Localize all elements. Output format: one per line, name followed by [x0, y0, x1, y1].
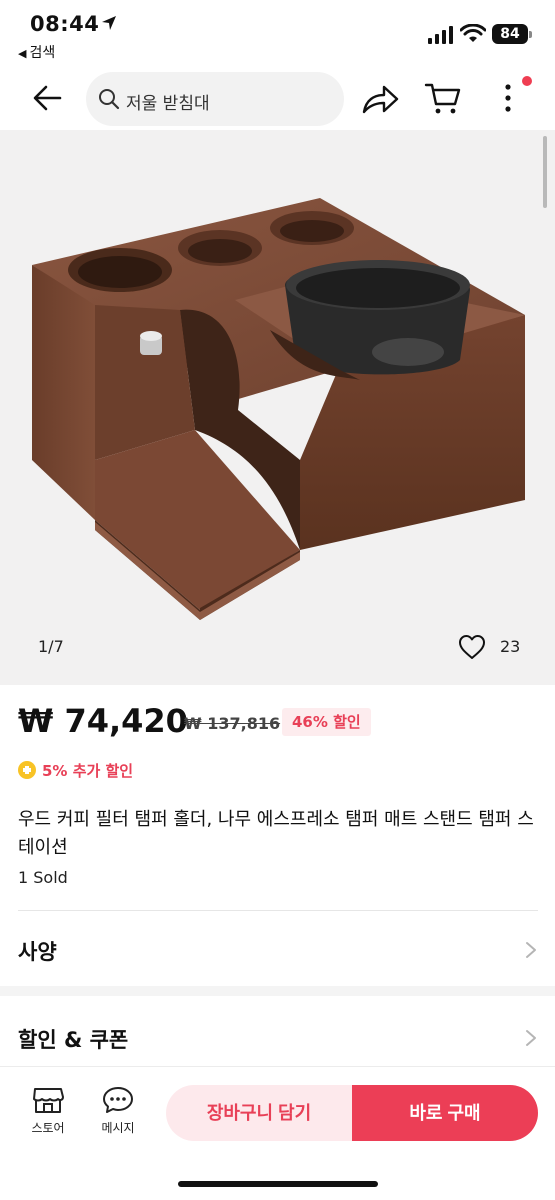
spec-label: 사양 [18, 940, 57, 964]
share-icon[interactable] [360, 82, 400, 116]
status-time: 08:44 [30, 12, 100, 36]
divider [18, 910, 538, 911]
more-vertical-icon [505, 84, 511, 112]
price-row: ₩ 74,420 ₩ 137,816 46% 할인 [18, 702, 538, 742]
sold-count: 1 Sold [18, 868, 68, 887]
bottom-action-bar: 스토어 메시지 장바구니 담기 바로 구매 [0, 1066, 555, 1200]
search-bar[interactable]: 저울 받침대 [86, 72, 344, 126]
coupon-row[interactable]: 할인 & 쿠폰 [0, 1006, 555, 1066]
coin-plus-icon [18, 761, 36, 779]
original-price: ₩ 137,816 [184, 714, 281, 733]
product-image-gallery[interactable]: 1/7 23 [0, 130, 555, 685]
heart-icon[interactable] [458, 634, 486, 660]
back-triangle-icon: ◀ [18, 47, 27, 60]
add-to-cart-button[interactable]: 장바구니 담기 [166, 1085, 352, 1141]
coupon-label: 할인 & 쿠폰 [18, 1028, 129, 1052]
back-arrow-icon[interactable] [28, 80, 66, 116]
message-label: 메시지 [101, 1121, 135, 1135]
home-indicator [178, 1181, 378, 1187]
back-to-app-link[interactable]: ◀ 검색 [18, 42, 55, 62]
buy-now-button[interactable]: 바로 구매 [352, 1085, 538, 1141]
search-icon [99, 89, 120, 110]
status-bar: 08:44 ◀ 검색 84 [0, 0, 555, 64]
chat-bubble-icon [103, 1087, 133, 1113]
store-tab[interactable]: 스토어 [18, 1085, 78, 1143]
battery-indicator: 84 [492, 24, 532, 44]
cellular-signal-icon [428, 26, 453, 44]
extra-discount-label: 5% 추가 할인 [42, 762, 134, 780]
store-label: 스토어 [31, 1121, 65, 1135]
chevron-right-icon [526, 942, 536, 958]
product-title: 우드 커피 필터 탬퍼 홀더, 나무 에스프레소 탬퍼 매트 스탠드 탬퍼 스테… [18, 809, 534, 858]
chevron-right-icon [526, 1030, 536, 1046]
notification-dot [522, 76, 532, 86]
search-query: 저울 받침대 [126, 94, 210, 114]
cart-icon[interactable] [424, 80, 462, 116]
product-image [32, 198, 525, 620]
wifi-icon [460, 24, 486, 42]
section-gap [0, 986, 555, 996]
top-header: 저울 받침대 [0, 66, 555, 130]
location-arrow-icon [102, 16, 116, 30]
like-count: 23 [500, 637, 521, 656]
discount-badge: 46% 할인 [282, 708, 371, 736]
image-scroll-indicator [543, 136, 547, 208]
back-app-label: 검색 [29, 45, 56, 61]
image-counter: 1/7 [38, 637, 64, 656]
store-icon [33, 1088, 64, 1113]
spec-row[interactable]: 사양 [0, 918, 555, 978]
sale-price: ₩ 74,420 [18, 702, 188, 740]
message-tab[interactable]: 메시지 [88, 1085, 148, 1143]
more-menu-button[interactable] [496, 76, 532, 118]
